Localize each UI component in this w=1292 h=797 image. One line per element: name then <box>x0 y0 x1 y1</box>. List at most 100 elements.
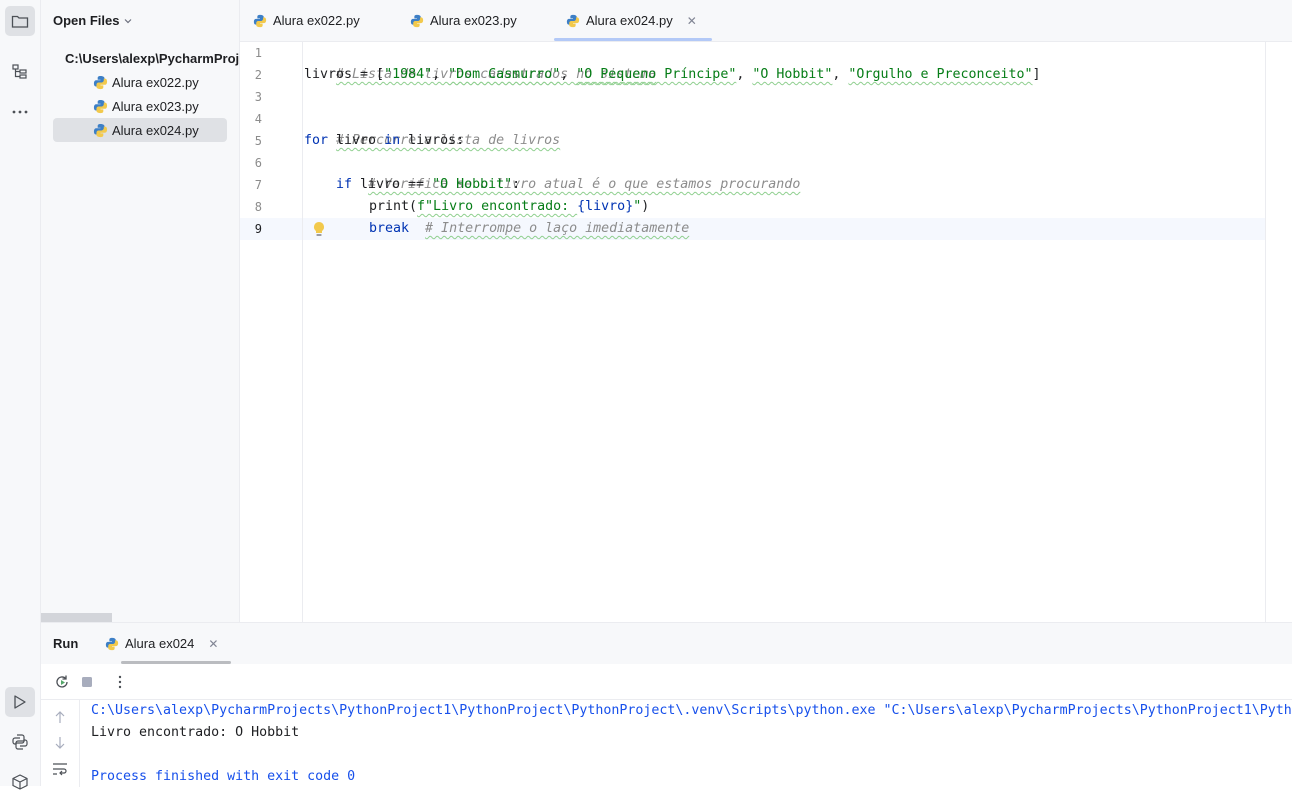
run-console-output[interactable]: C:\Users\alexp\PycharmProjects\PythonPro… <box>91 700 1291 787</box>
tree-file-label: Alura ex022.py <box>112 74 199 90</box>
code-line-6: # Verifica se o livro atual é o que esta… <box>336 152 800 192</box>
soft-wrap-icon[interactable] <box>49 758 71 780</box>
project-folder-icon[interactable] <box>5 6 35 36</box>
project-view-selector[interactable]: Open Files <box>53 13 133 28</box>
code-text: , <box>736 67 753 82</box>
right-margin-guide <box>1265 42 1266 622</box>
tab-label: Alura ex024.py <box>586 13 673 28</box>
more-icon[interactable] <box>5 97 35 127</box>
project-view-title: Open Files <box>53 13 120 28</box>
rerun-icon[interactable] <box>51 671 73 693</box>
code-function: print( <box>369 199 418 214</box>
code-text: , <box>432 67 449 82</box>
code-text: livro <box>328 133 385 148</box>
code-keyword: break <box>369 221 410 236</box>
code-string: "Dom Casmurro" <box>448 67 561 82</box>
tree-file-ex022[interactable]: Alura ex022.py <box>93 70 227 94</box>
run-toolbar <box>41 665 1292 700</box>
code-keyword: if <box>336 177 353 192</box>
python-file-icon <box>566 14 580 28</box>
code-line-1: # Lista de livros cadastrados no sistema <box>304 42 656 82</box>
code-comment: # Interrompe o laço imediatamente <box>425 221 690 236</box>
stop-icon[interactable] <box>76 671 98 693</box>
code-keyword: for <box>304 133 329 148</box>
code-string: "O Hobbit" <box>752 67 833 82</box>
line-number: 7 <box>254 178 262 192</box>
code-string: "1984" <box>384 67 433 82</box>
line-number: 3 <box>254 90 262 104</box>
code-line-5: for livro in livros: <box>304 130 464 152</box>
tree-file-ex024[interactable]: Alura ex024.py <box>53 118 227 142</box>
code-fstring-expression: {livro} <box>577 199 634 214</box>
code-string: "O Hobbit" <box>432 177 513 192</box>
code-editor[interactable]: 1 2 3 4 5 6 7 8 9 # Lista de livros cada… <box>240 42 1292 622</box>
python-file-icon <box>93 99 108 114</box>
tree-root-label: C:\Users\alexp\PycharmProjects <box>65 50 240 66</box>
python-console-icon[interactable] <box>5 727 35 757</box>
code-line-4: # Percorre a lista de livros <box>304 108 560 148</box>
line-number: 1 <box>254 46 262 60</box>
line-gutter: 1 2 3 4 5 6 7 8 9 <box>240 42 303 622</box>
run-tab-indicator <box>121 661 231 664</box>
code-keyword: in <box>384 133 401 148</box>
line-number: 9 <box>254 222 262 236</box>
tab-label: Alura ex023.py <box>430 13 517 28</box>
console-line-command: C:\Users\alexp\PycharmProjects\PythonPro… <box>91 703 1291 718</box>
run-tab-label: Alura ex024 <box>125 636 195 651</box>
code-text: , <box>560 67 577 82</box>
close-icon[interactable]: ✕ <box>687 14 697 28</box>
line-number: 2 <box>254 68 262 82</box>
tab-alura-ex023[interactable]: Alura ex023.py <box>410 0 517 41</box>
python-file-icon <box>410 14 424 28</box>
structure-icon[interactable] <box>5 57 35 87</box>
run-title: Run <box>53 636 79 651</box>
line-number: 6 <box>254 156 262 170</box>
python-run-icon <box>105 637 119 651</box>
tree-file-label: Alura ex023.py <box>112 98 199 114</box>
tree-root-folder[interactable]: C:\Users\alexp\PycharmProjects <box>53 46 240 70</box>
code-text: livro == <box>352 177 433 192</box>
run-tab-alura-ex024[interactable]: Alura ex024 ✕ <box>105 623 218 664</box>
code-text: livros: <box>400 133 465 148</box>
line-number: 4 <box>254 112 262 126</box>
run-header: Run Alura ex024 ✕ <box>41 623 1292 664</box>
code-line-9: break # Interrompe o laço imediatamente <box>369 218 689 240</box>
run-side-toolbar <box>41 700 80 787</box>
run-panel: Run Alura ex024 ✕ C:\Users\alexp\Pycharm… <box>41 622 1292 787</box>
tree-file-ex023[interactable]: Alura ex023.py <box>93 94 227 118</box>
line-number: 5 <box>254 134 262 148</box>
line-number: 8 <box>254 200 262 214</box>
activity-strip <box>0 0 41 790</box>
console-line-output: Livro encontrado: O Hobbit <box>91 725 300 740</box>
more-vertical-icon[interactable] <box>109 671 131 693</box>
chevron-down-icon <box>125 18 132 23</box>
project-panel: Open Files C:\Users\alexp\PycharmProject… <box>41 0 240 622</box>
active-tab-indicator <box>554 38 712 41</box>
code-text: livros = [ <box>304 67 385 82</box>
python-file-icon <box>253 14 267 28</box>
python-packages-icon[interactable] <box>5 767 35 797</box>
close-icon[interactable]: ✕ <box>208 637 218 651</box>
code-line-8: print(f"Livro encontrado: {livro}") <box>369 196 649 218</box>
code-text: ) <box>641 199 650 214</box>
run-tool-icon[interactable] <box>5 687 35 717</box>
code-text: : <box>512 177 521 192</box>
arrow-down-icon[interactable] <box>49 732 71 754</box>
tab-alura-ex022[interactable]: Alura ex022.py <box>253 0 360 41</box>
python-file-icon <box>93 75 108 90</box>
code-string: "O Pequeno Príncipe" <box>576 67 737 82</box>
tree-file-label: Alura ex024.py <box>112 122 199 138</box>
tab-label: Alura ex022.py <box>273 13 360 28</box>
tab-alura-ex024[interactable]: Alura ex024.py ✕ <box>566 0 697 41</box>
arrow-up-icon[interactable] <box>49 706 71 728</box>
code-text: ] <box>1032 67 1041 82</box>
horizontal-scrollbar[interactable] <box>41 613 112 622</box>
console-line-exit: Process finished with exit code 0 <box>91 769 356 784</box>
python-file-icon <box>93 123 108 138</box>
code-string: f"Livro encontrado: <box>417 199 578 214</box>
code-line-2: livros = ["1984", "Dom Casmurro", "O Peq… <box>304 64 1041 86</box>
code-text: , <box>832 67 849 82</box>
lightbulb-icon[interactable] <box>312 221 326 241</box>
code-string: "Orgulho e Preconceito" <box>848 67 1033 82</box>
